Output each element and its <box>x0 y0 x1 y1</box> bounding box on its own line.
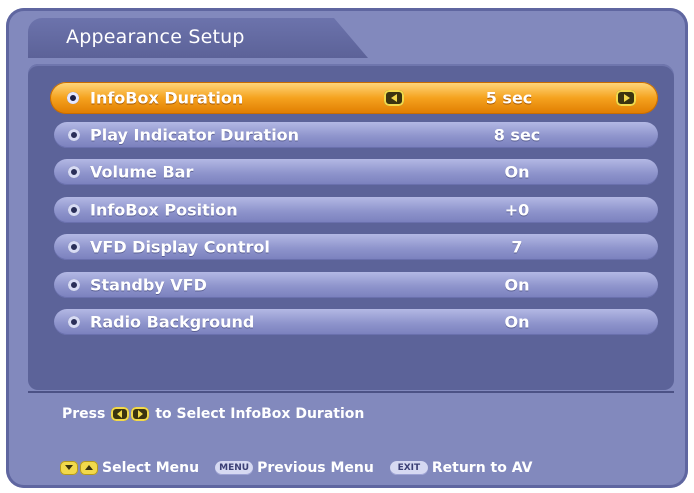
hint-press-label: Press <box>62 406 106 422</box>
menu-item-volume-bar[interactable]: Volume Bar On <box>54 159 658 185</box>
menu-key: MENU <box>215 461 254 475</box>
menu-item-value: On <box>504 162 530 182</box>
menu-item-value: 8 sec <box>493 125 541 145</box>
menu-item-label: Volume Bar <box>90 162 194 182</box>
return-to-av-label: Return to AV <box>431 460 533 476</box>
select-menu-hint[interactable]: Select Menu <box>60 460 199 476</box>
right-arrow-icon[interactable] <box>616 90 636 106</box>
exit-key: EXIT <box>389 461 428 475</box>
divider <box>28 391 674 393</box>
menu-item-value: +0 <box>504 200 530 220</box>
menu-item-play-indicator-duration[interactable]: Play Indicator Duration 8 sec <box>54 122 658 148</box>
menu-item-label: Radio Background <box>90 312 255 332</box>
up-down-keys <box>60 461 98 475</box>
up-arrow-icon <box>80 461 98 475</box>
left-arrow-icon <box>111 407 130 421</box>
menu-item-radio-background[interactable]: Radio Background On <box>54 309 658 335</box>
menu-item-value: 5 sec <box>485 88 533 108</box>
menu-item-vfd-display-control[interactable]: VFD Display Control 7 <box>54 234 658 260</box>
bullet-icon <box>68 316 80 328</box>
menu-item-infobox-duration[interactable]: InfoBox Duration 5 sec <box>50 82 658 114</box>
menu-item-standby-vfd[interactable]: Standby VFD On <box>54 272 658 298</box>
previous-menu-label: Previous Menu <box>257 460 374 476</box>
hint-bar: Press to Select InfoBox Duration <box>62 406 364 422</box>
page-title: Appearance Setup <box>66 26 245 48</box>
menu-item-value: 7 <box>511 237 523 257</box>
menu-item-label: Play Indicator Duration <box>90 125 300 145</box>
osd-screen: Appearance Setup InfoBox Duration 5 sec … <box>6 8 688 488</box>
bullet-icon <box>68 166 80 178</box>
return-to-av-hint[interactable]: EXIT Return to AV <box>389 460 533 476</box>
menu-item-value: On <box>504 275 530 295</box>
bullet-icon <box>68 204 80 216</box>
menu-item-label: InfoBox Duration <box>90 88 244 108</box>
bullet-icon <box>68 129 80 141</box>
hint-action-label: to Select InfoBox Duration <box>155 406 365 422</box>
menu-item-value: On <box>504 312 530 332</box>
left-right-keys <box>111 407 150 421</box>
left-arrow-icon[interactable] <box>384 90 404 106</box>
right-arrow-icon <box>131 407 150 421</box>
previous-menu-hint[interactable]: MENU Previous Menu <box>215 460 374 476</box>
menu-item-label: VFD Display Control <box>90 237 270 257</box>
down-arrow-icon <box>60 461 78 475</box>
menu-item-label: Standby VFD <box>90 275 207 295</box>
select-menu-label: Select Menu <box>102 460 200 476</box>
menu-item-infobox-position[interactable]: InfoBox Position +0 <box>54 197 658 223</box>
bullet-icon <box>68 279 80 291</box>
footer-bar: Select Menu MENU Previous Menu EXIT Retu… <box>60 460 548 476</box>
bullet-icon <box>68 241 80 253</box>
menu-item-label: InfoBox Position <box>90 200 238 220</box>
bullet-icon <box>67 92 79 104</box>
